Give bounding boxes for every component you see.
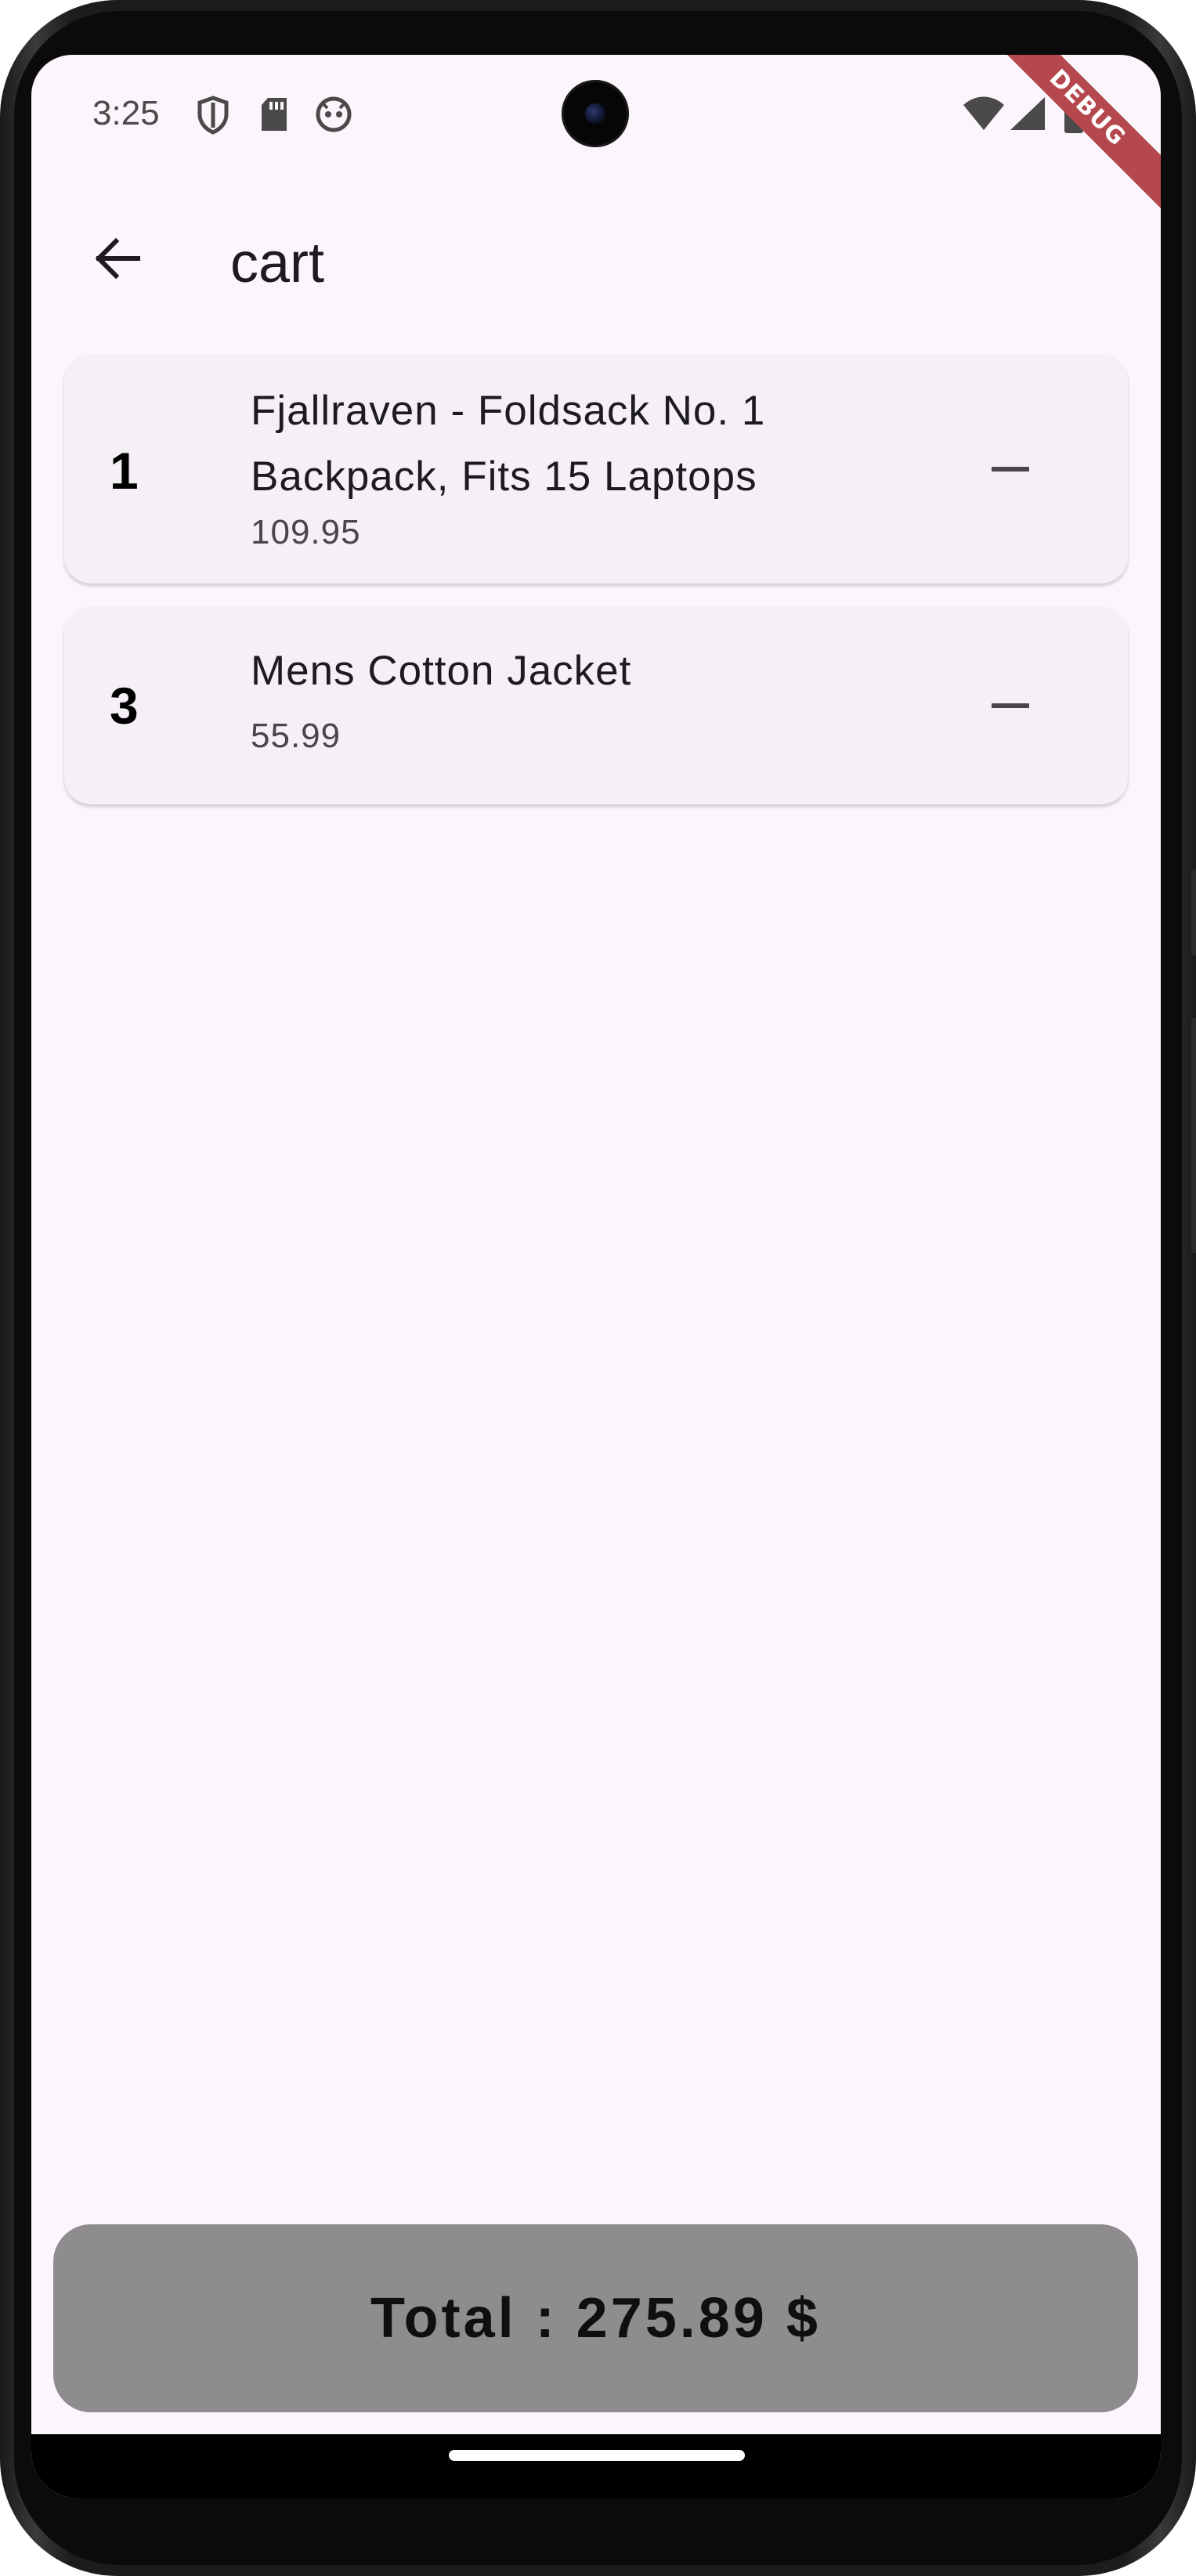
item-title: Fjallraven - Foldsack No. 1 Backpack, Fi…	[251, 388, 766, 500]
cellular-signal-icon	[1007, 96, 1046, 135]
debug-banner: DEBUG	[968, 55, 1161, 227]
app-bar: cart	[31, 204, 1161, 298]
minus-icon	[992, 467, 1029, 471]
volume-button	[1191, 1018, 1196, 1253]
phone-frame: 3:25 DEBUG cart 1 Fjallraven - Foldsack …	[0, 0, 1196, 2576]
total-button[interactable]: Total : 275.89 $	[53, 2224, 1138, 2412]
item-quantity: 1	[110, 442, 139, 500]
total-label: Total : 275.89 $	[370, 2287, 821, 2350]
item-title: Mens Cotton Jacket	[251, 648, 632, 694]
robot-icon	[315, 96, 352, 137]
status-time: 3:25	[92, 94, 160, 132]
minus-icon	[992, 703, 1029, 708]
arrow-back-icon	[95, 237, 140, 280]
home-indicator[interactable]	[449, 2450, 745, 2461]
sd-card-icon	[258, 96, 290, 137]
item-price: 109.95	[251, 513, 361, 551]
remove-item-button[interactable]	[971, 667, 1050, 745]
page-title: cart	[230, 232, 325, 294]
front-camera	[562, 80, 629, 147]
cart-list: 1 Fjallraven - Foldsack No. 1 Backpack, …	[64, 355, 1128, 828]
item-quantity: 3	[110, 677, 139, 735]
screen: 3:25 DEBUG cart 1 Fjallraven - Foldsack …	[31, 55, 1161, 2498]
item-price: 55.99	[251, 717, 341, 755]
navigation-bar	[31, 2434, 1161, 2498]
remove-item-button[interactable]	[971, 430, 1050, 508]
status-bar: 3:25 DEBUG	[31, 55, 1161, 227]
cart-item[interactable]: 1 Fjallraven - Foldsack No. 1 Backpack, …	[64, 355, 1128, 583]
cart-item[interactable]: 3 Mens Cotton Jacket 55.99	[64, 607, 1128, 804]
shield-icon	[196, 96, 230, 139]
back-button[interactable]	[78, 219, 157, 298]
power-button	[1191, 869, 1196, 956]
wifi-icon	[962, 96, 1006, 135]
